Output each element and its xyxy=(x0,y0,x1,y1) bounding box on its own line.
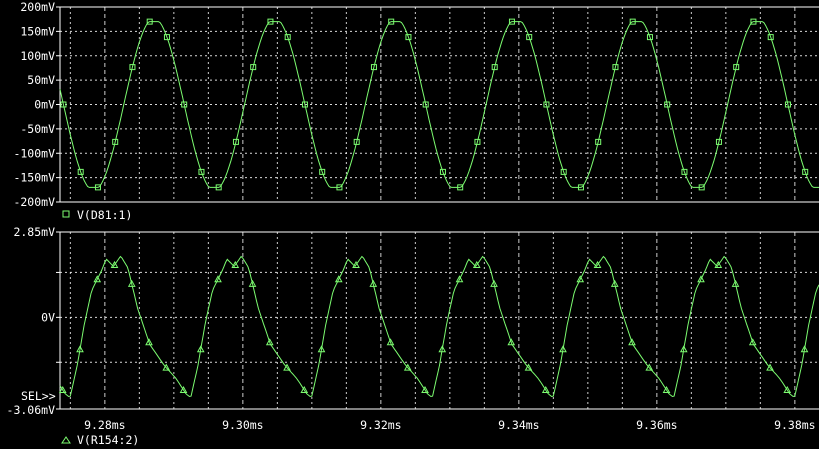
x-tick-label: 9.32ms xyxy=(360,418,402,432)
square-marker-icon xyxy=(62,210,70,218)
legend-label: V(D81:1) xyxy=(77,208,132,222)
y-tick-label: -100mV xyxy=(13,146,55,160)
triangle-marker-icon xyxy=(61,436,71,444)
x-tick-label: 9.28ms xyxy=(84,418,126,432)
bottom-plot-grid xyxy=(56,231,819,410)
y-tick-label: -200mV xyxy=(13,195,55,209)
top-plot-grid xyxy=(56,6,819,203)
x-tick-label: 9.38ms xyxy=(774,418,816,432)
x-tick-labels: 9.28ms 9.30ms 9.32ms 9.34ms 9.36ms 9.38ms xyxy=(84,418,816,432)
x-tick-label: 9.34ms xyxy=(498,418,540,432)
y-tick-label: 0V xyxy=(41,310,55,324)
legend-label: V(R154:2) xyxy=(77,433,139,447)
y-tick-label: 50mV xyxy=(27,73,55,87)
y-tick-label: 0mV xyxy=(34,98,55,112)
y-tick-label: 2.85mV xyxy=(13,225,55,239)
x-tick-label: 9.36ms xyxy=(636,418,678,432)
legend-v-r154-2[interactable]: V(R154:2) xyxy=(61,433,139,447)
oscilloscope-plot: 200mV 150mV 100mV 50mV 0mV -50mV -100mV -150mV -… xyxy=(7,0,819,447)
y-tick-label: -150mV xyxy=(13,171,55,185)
y-tick-label: 100mV xyxy=(20,49,55,63)
y-tick-label: -50mV xyxy=(20,122,55,136)
y-tick-label: -3.06mV xyxy=(7,403,56,417)
y-tick-label: 200mV xyxy=(20,0,55,14)
top-y-tick-labels: 200mV 150mV 100mV 50mV 0mV -50mV -100mV -150mV -… xyxy=(13,0,55,209)
sel-indicator: SEL>> xyxy=(21,389,56,403)
x-tick-label: 9.30ms xyxy=(222,418,264,432)
y-tick-label: 150mV xyxy=(20,24,55,38)
legend-v-d81-1[interactable]: V(D81:1) xyxy=(62,208,132,222)
